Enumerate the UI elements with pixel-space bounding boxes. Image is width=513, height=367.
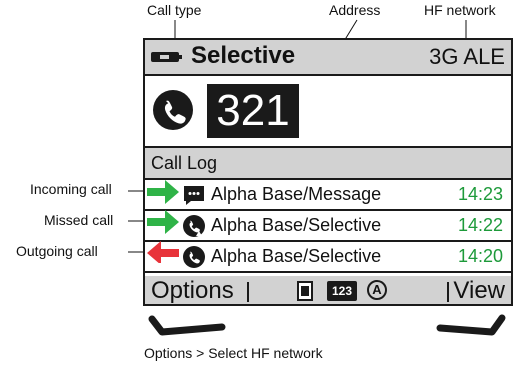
call-log-name: Alpha Base/Selective [211, 246, 382, 266]
header-bar: Selective 3G ALE [145, 40, 511, 76]
call-log-heading-label: Call Log [151, 153, 218, 173]
options-softkey[interactable]: Options [151, 277, 234, 304]
call-log-time: 14:23 [457, 184, 503, 204]
message-icon [184, 186, 204, 205]
address-field[interactable]: 321 [207, 84, 299, 138]
call-log-time: 14:22 [457, 215, 503, 235]
left-softkey-bracket [148, 315, 226, 336]
hf-network-label: 3G ALE [429, 44, 505, 69]
address-row: 321 [145, 76, 511, 148]
missed-call-icon [183, 215, 205, 237]
call-log-row[interactable]: Alpha Base/Selective 14:20 [145, 242, 511, 273]
softkey-bar: Options 123 A View [145, 276, 511, 304]
contact-card-icon [297, 281, 313, 301]
view-softkey[interactable]: View [453, 277, 505, 304]
device-screen: Selective 3G ALE 321 Call Log Alpha Base… [143, 38, 513, 306]
separator [247, 282, 249, 302]
call-type-title: Selective [191, 42, 296, 69]
call-log-heading: Call Log [145, 148, 511, 180]
phone-icon [183, 246, 205, 268]
battery-icon [151, 52, 182, 62]
call-log-row[interactable]: Alpha Base/Message 14:23 [145, 180, 511, 211]
ale-mode-icon: A [367, 280, 387, 300]
call-log-name: Alpha Base/Message [211, 184, 382, 204]
call-log-name: Alpha Base/Selective [211, 215, 382, 235]
right-softkey-bracket [436, 314, 506, 336]
call-direction-arrows [147, 180, 179, 263]
call-log-row[interactable]: Alpha Base/Selective 14:22 [145, 211, 511, 242]
keypad-mode-icon: 123 [327, 281, 357, 301]
phone-icon [153, 90, 193, 130]
call-log-time: 14:20 [457, 246, 503, 266]
outgoing-arrow-icon [147, 241, 179, 263]
incoming-arrow-icon [147, 180, 179, 204]
separator [447, 282, 449, 302]
incoming-arrow-icon [147, 210, 179, 234]
